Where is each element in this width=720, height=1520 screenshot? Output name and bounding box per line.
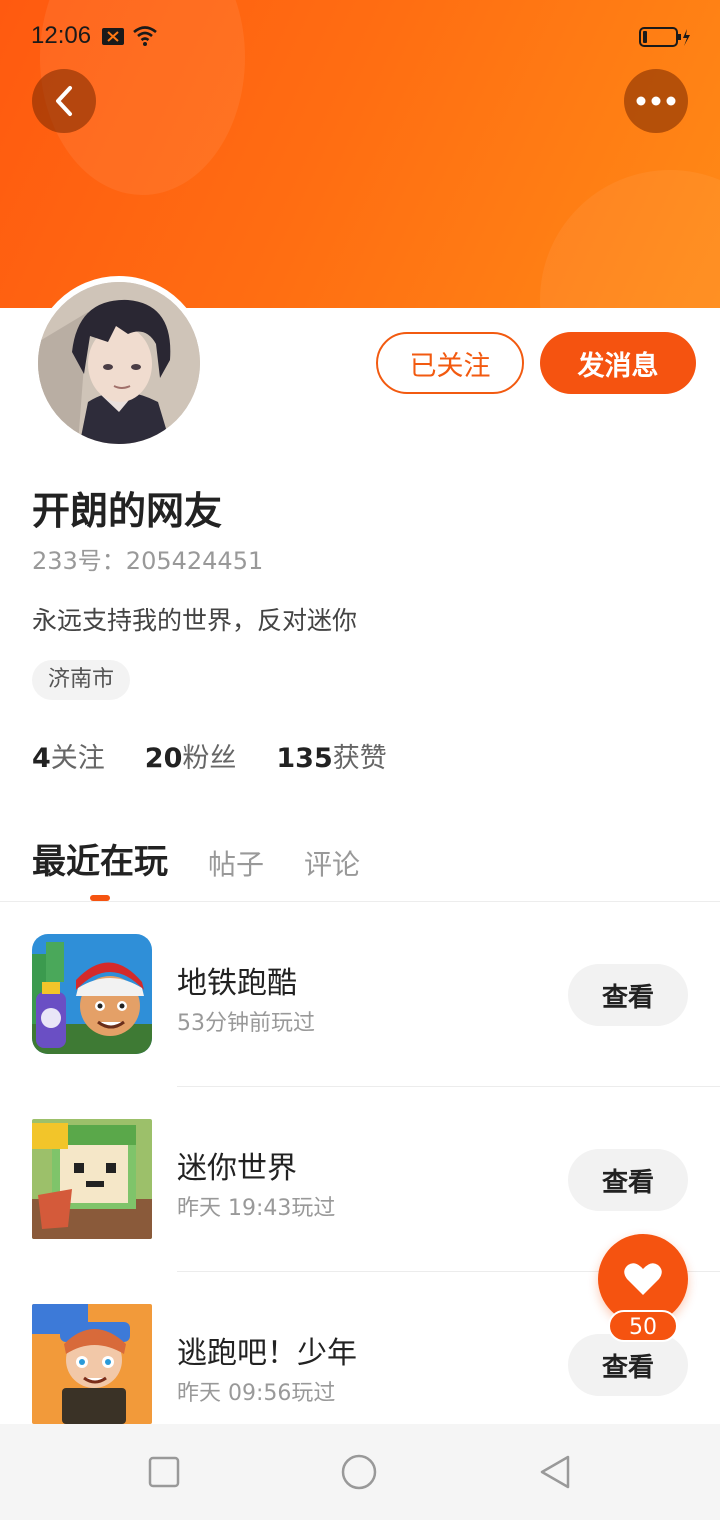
user-id: 233号：205424451 (32, 547, 264, 575)
system-nav-bar (0, 1424, 720, 1520)
profile-stats: 4关注 20粉丝 135获赞 (32, 736, 427, 775)
list-item[interactable]: 地铁跑酷 53分钟前玩过 查看 (0, 902, 720, 1087)
like-count-badge: 50 (608, 1310, 678, 1342)
status-bar: 12:06 (0, 0, 720, 74)
status-time: 12:06 (31, 22, 92, 49)
mini-world-icon (32, 1119, 152, 1239)
list-item[interactable]: 迷你世界 昨天 19:43玩过 查看 (0, 1087, 720, 1272)
wifi-icon (133, 26, 157, 46)
stat-label: 关注 (50, 743, 105, 774)
game-played-time: 53分钟前玩过 (177, 1011, 315, 1036)
recent-apps-icon[interactable] (146, 1454, 182, 1490)
game-name: 地铁跑酷 (177, 966, 297, 1001)
heart-icon (624, 1263, 662, 1295)
following-stat[interactable]: 4关注 (32, 736, 105, 775)
back-nav-icon[interactable] (538, 1454, 574, 1490)
subway-surfers-icon (32, 934, 152, 1054)
send-message-button[interactable]: 发消息 (540, 332, 696, 394)
stat-label: 获赞 (332, 743, 387, 774)
game-name: 迷你世界 (177, 1151, 297, 1186)
likes-stat: 135获赞 (276, 736, 386, 775)
battery-charging-icon (639, 27, 690, 47)
back-button[interactable] (32, 69, 96, 133)
tab-recently-played[interactable]: 最近在玩 (32, 834, 168, 883)
view-game-button[interactable]: 查看 (568, 1149, 688, 1211)
location-tag: 济南市 (32, 660, 131, 700)
banner-decoration (540, 170, 720, 308)
stat-label: 粉丝 (182, 743, 237, 774)
following-button[interactable]: 已关注 (376, 332, 524, 394)
home-icon[interactable] (341, 1454, 377, 1490)
profile-tabs: 最近在玩 帖子 评论 (32, 834, 400, 883)
tab-comments[interactable]: 评论 (304, 843, 360, 883)
game-name: 逃跑吧！少年 (177, 1336, 357, 1371)
view-game-button[interactable]: 查看 (568, 1334, 688, 1396)
view-game-button[interactable]: 查看 (568, 964, 688, 1026)
username: 开朗的网友 (32, 489, 223, 533)
game-played-time: 昨天 09:56玩过 (177, 1381, 336, 1406)
stat-count: 135 (276, 743, 333, 774)
notification-icon (102, 28, 124, 45)
avatar-image (38, 282, 200, 444)
chevron-left-icon (56, 86, 72, 116)
followers-stat[interactable]: 20粉丝 (145, 736, 237, 775)
game-played-time: 昨天 19:43玩过 (177, 1196, 336, 1221)
escape-boy-icon (32, 1304, 152, 1424)
recently-played-list: 地铁跑酷 53分钟前玩过 查看 迷你世界 昨天 19:43玩过 查看 逃跑吧！少… (0, 902, 720, 1457)
stat-count: 20 (144, 743, 183, 774)
more-options-button[interactable] (624, 69, 688, 133)
tab-posts[interactable]: 帖子 (208, 843, 264, 883)
avatar[interactable] (32, 276, 206, 450)
user-bio: 永远支持我的世界，反对迷你 (32, 606, 358, 635)
stat-count: 4 (32, 743, 51, 774)
more-dots-icon (636, 96, 676, 106)
